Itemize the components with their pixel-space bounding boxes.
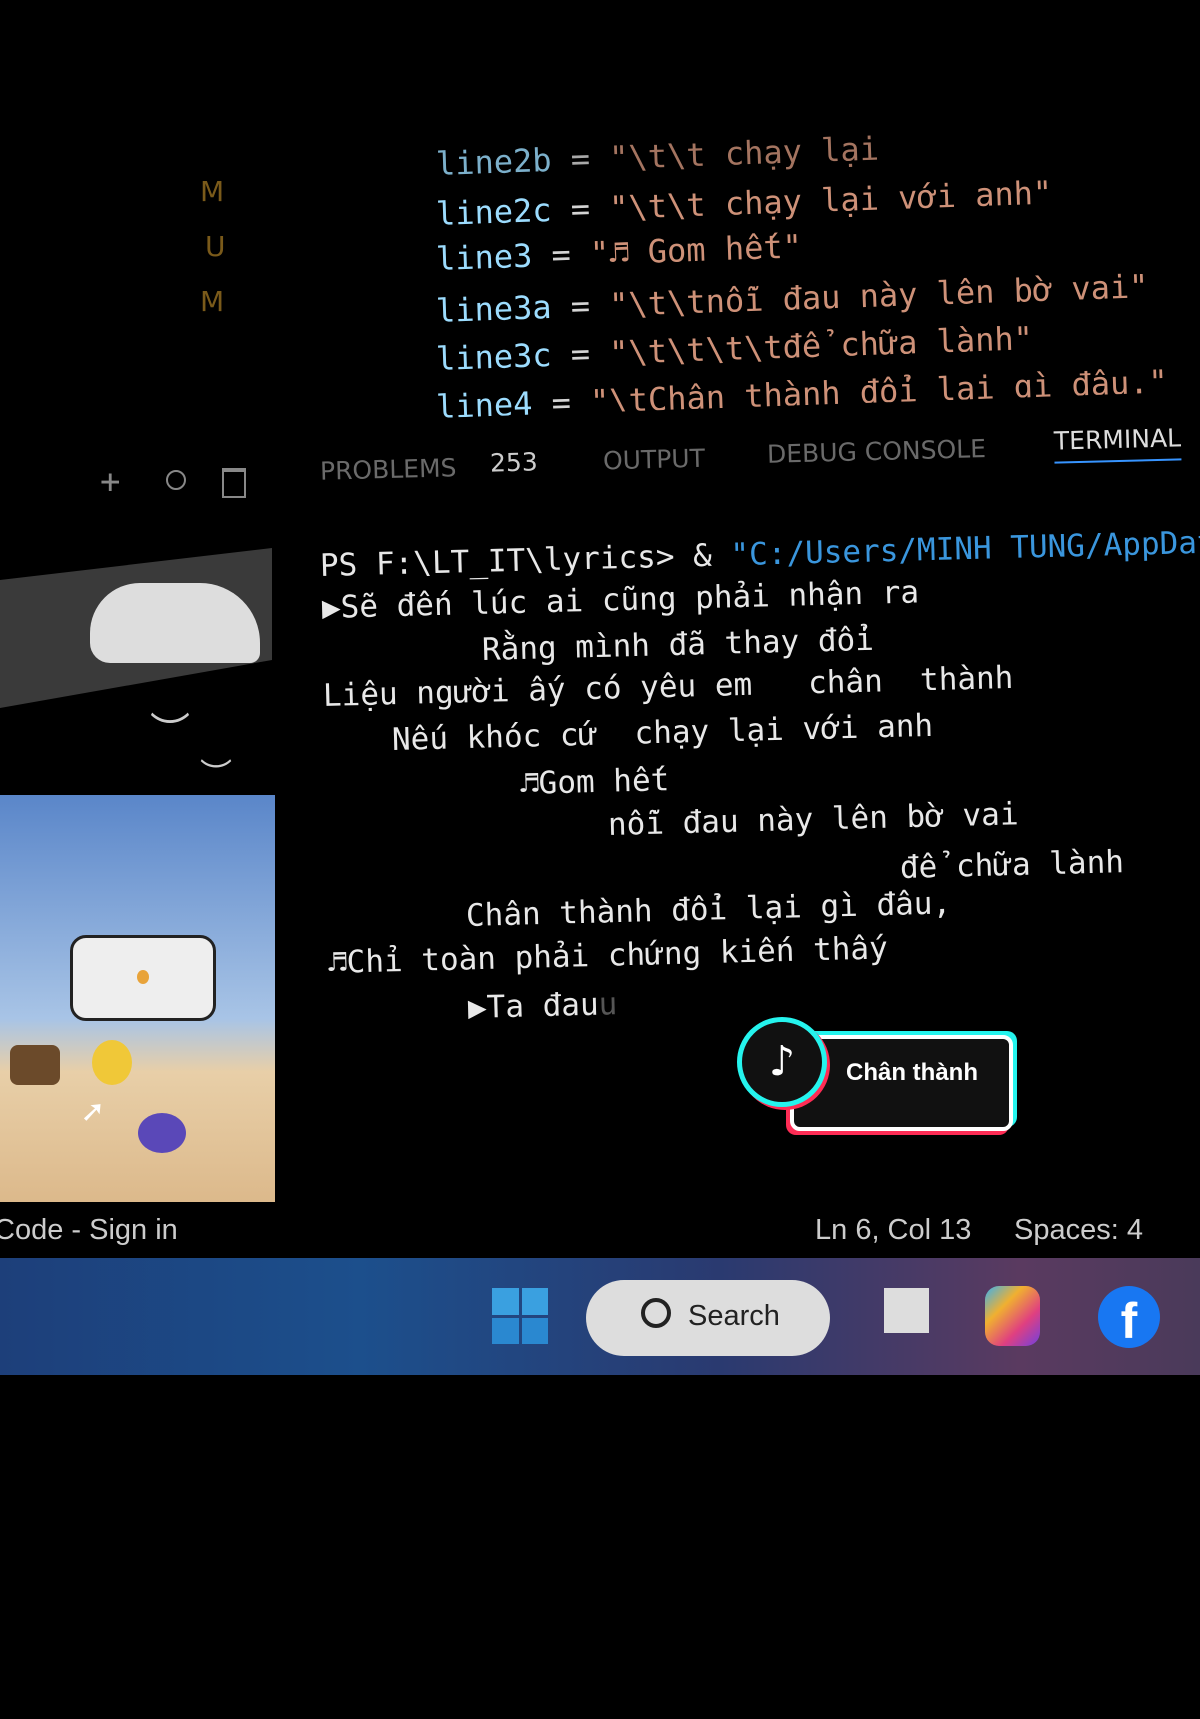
cursor-icon: ➚	[82, 1093, 103, 1133]
git-marker: U	[205, 230, 226, 263]
terminal-line: để chữa lành	[899, 844, 1125, 886]
bird-icon: ︶	[150, 710, 190, 756]
git-marker: M	[200, 175, 225, 208]
taskbar: Search f	[0, 1258, 1200, 1375]
code-line: line2b = "\t\t chạy lại	[435, 129, 880, 183]
git-marker: M	[200, 285, 225, 318]
terminal-prompt: PS F:\LT_IT\lyrics> & "C:/Users/MINH TUN…	[319, 524, 1200, 584]
terminal-line: ♬Chỉ toàn phải chứng kiến thấy	[327, 930, 889, 981]
bird-icon: ︶	[200, 756, 233, 794]
trash-icon[interactable]	[222, 468, 246, 498]
code-line: line2c = "\t\t chạy lại với anh"	[435, 173, 1053, 233]
terminal-line: nỗi đau này lên bờ vai	[607, 796, 1019, 843]
terminal-line: Nếu khóc cứ chạy lại với anh	[391, 707, 934, 758]
problems-count-badge: 253	[489, 447, 539, 478]
tiktok-logo-icon: ♪	[737, 1017, 827, 1107]
terminal-line: ▶Sẽ đến lúc ai cũng phải nhận ra	[321, 574, 920, 626]
status-cursor-position[interactable]: Ln 6, Col 13	[815, 1214, 971, 1247]
code-line: line3a = "\t\tnỗi đau này lên bờ vai"	[435, 267, 1150, 330]
pet-game-window[interactable]: ➚	[0, 795, 275, 1202]
terminal-line: ♬Gom hết	[519, 762, 670, 802]
tab-debug-console[interactable]: DEBUG CONSOLE	[767, 434, 987, 469]
terminal-line: Chân thành đổi lại gì đâu,	[465, 885, 952, 934]
cloud-banner	[0, 548, 272, 708]
pet-dog[interactable]	[10, 1045, 60, 1085]
tab-problems[interactable]: PROBLEMS	[320, 453, 457, 486]
task-view-icon[interactable]	[884, 1288, 929, 1333]
copilot-icon[interactable]	[985, 1286, 1040, 1346]
shell	[138, 1113, 186, 1153]
windows-start-icon[interactable]	[492, 1288, 548, 1344]
taskbar-search[interactable]: Search	[586, 1280, 830, 1356]
terminal-cursor: u	[598, 986, 618, 1023]
tiktok-caption: Chân thành	[846, 1059, 978, 1086]
circle-icon[interactable]	[166, 470, 186, 490]
pet-chick[interactable]	[92, 1040, 132, 1085]
status-indentation[interactable]: Spaces: 4	[1014, 1214, 1143, 1247]
facebook-icon[interactable]: f	[1098, 1286, 1160, 1349]
code-line: line3c = "\t\t\t\tđể chữa lành"	[435, 319, 1034, 378]
search-label: Search	[688, 1300, 780, 1332]
status-account[interactable]: Code - Sign in	[0, 1214, 178, 1247]
tab-output[interactable]: OUTPUT	[603, 444, 706, 476]
terminal-line: Liệu người ấy có yêu em chân thành	[322, 659, 1014, 714]
terminal-line: ▶Ta đauu	[467, 986, 618, 1026]
code-line: line3 = "♬ Gom hết"	[435, 227, 803, 278]
search-icon	[641, 1298, 671, 1328]
plus-icon[interactable]: +	[100, 462, 120, 502]
tab-terminal[interactable]: TERMINAL	[1053, 423, 1182, 464]
speech-bubble	[70, 935, 216, 1021]
terminal-line: Rằng mình đã thay đổi	[481, 621, 875, 668]
